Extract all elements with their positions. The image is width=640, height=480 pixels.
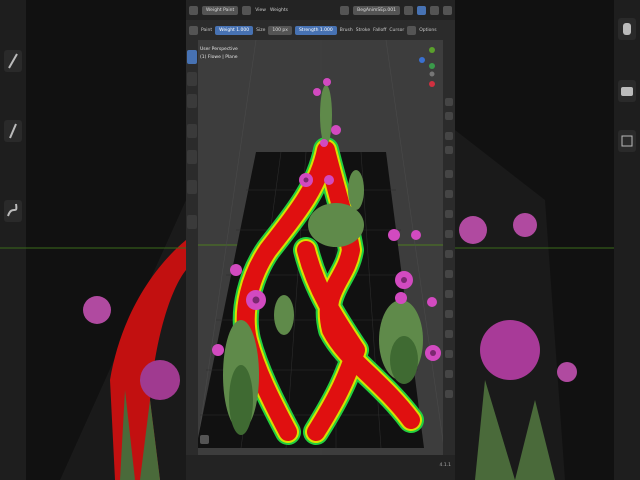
perspective-label: User Perspective: [200, 47, 238, 52]
top-header: Weight Paint View Weights BegAnimSEp.001: [186, 0, 455, 20]
background-right-scene: [455, 130, 640, 480]
render-icon[interactable]: [443, 5, 452, 15]
weight-field[interactable]: Weight 1.000: [215, 25, 254, 35]
gizmo-x-axis[interactable]: [429, 81, 435, 87]
options-menu[interactable]: Options: [419, 28, 436, 33]
pan-hand-icon[interactable]: [445, 112, 453, 120]
viewport-scene: [196, 40, 445, 455]
brush-icon[interactable]: [189, 25, 198, 35]
symmetry-icon[interactable]: [407, 25, 417, 35]
gizmo-center[interactable]: [429, 71, 435, 77]
background-hand-icon: [618, 18, 636, 40]
properties-tab-tool[interactable]: [445, 170, 453, 178]
gizmo-z-axis[interactable]: [419, 57, 425, 63]
smear-tool[interactable]: [187, 124, 197, 138]
tool-header: Paint Weight 1.000 Size 100 px Strength …: [186, 20, 455, 40]
version-label: 4.1.1: [439, 463, 451, 468]
left-toolbar: [186, 40, 198, 455]
gizmo-y-negative[interactable]: [429, 63, 435, 69]
file-name-field[interactable]: BegAnimSEp.001: [353, 5, 400, 15]
size-label: Size: [256, 27, 266, 33]
3d-viewport[interactable]: User Perspective (1) Flowe | Plane: [196, 40, 445, 455]
background-left-scene: [0, 200, 186, 480]
right-toolbar: [443, 40, 455, 455]
sample-weight-tool[interactable]: [187, 180, 197, 194]
object-type-icon[interactable]: [340, 5, 350, 15]
weight-label: Weight: [219, 27, 235, 33]
zoom-icon[interactable]: [445, 98, 453, 106]
status-bar: 4.1.1: [186, 435, 455, 480]
properties-tab-constraints[interactable]: [445, 290, 453, 298]
background-camera-icon: [618, 80, 636, 102]
xray-icon[interactable]: [430, 5, 439, 15]
gradient-tool[interactable]: [187, 150, 197, 164]
menu-view[interactable]: View: [255, 8, 266, 13]
properties-tab-particles[interactable]: [445, 250, 453, 258]
timeline-toggle-icon[interactable]: [200, 435, 209, 444]
properties-tab-world[interactable]: [445, 370, 453, 378]
properties-tab-view[interactable]: [445, 190, 453, 198]
menu-brush[interactable]: Brush: [340, 28, 353, 33]
overlay-icon[interactable]: [404, 5, 413, 15]
properties-tab-data[interactable]: [445, 310, 453, 318]
size-field[interactable]: 100 px: [268, 25, 292, 35]
menu-cursor[interactable]: Cursor: [389, 28, 404, 33]
editor-type-icon[interactable]: [189, 5, 198, 15]
grid-view-icon[interactable]: [445, 146, 453, 154]
background-right: [455, 0, 640, 480]
strength-value: 1.000: [319, 27, 333, 33]
properties-tab-modifiers[interactable]: [445, 230, 453, 238]
brush-selector[interactable]: Paint: [201, 28, 212, 33]
annotate-tool[interactable]: [187, 215, 197, 229]
properties-tab-texture[interactable]: [445, 350, 453, 358]
camera-icon[interactable]: [445, 132, 453, 140]
menu-weights[interactable]: Weights: [270, 8, 288, 13]
navigation-gizmo[interactable]: [418, 44, 438, 98]
average-tool[interactable]: [187, 94, 197, 108]
background-grid-icon: [618, 130, 636, 152]
view-toggle-icon[interactable]: [242, 5, 252, 15]
properties-tab-render[interactable]: [445, 390, 453, 398]
properties-tab-object[interactable]: [445, 210, 453, 218]
blender-window: Weight Paint View Weights BegAnimSEp.001…: [186, 0, 455, 480]
draw-tool[interactable]: [187, 50, 197, 64]
shading-icon[interactable]: [417, 5, 426, 15]
weight-value: 1.000: [236, 27, 250, 33]
properties-tab-material[interactable]: [445, 330, 453, 338]
mode-selector[interactable]: Weight Paint: [202, 5, 239, 15]
object-label: (1) Flowe | Plane: [200, 55, 238, 60]
blur-tool[interactable]: [187, 72, 197, 86]
background-right-strip: [614, 0, 640, 480]
background-left: [0, 0, 186, 480]
strength-field[interactable]: Strength 1.000: [294, 25, 337, 35]
gizmo-y-axis[interactable]: [429, 47, 435, 53]
menu-stroke[interactable]: Stroke: [356, 28, 370, 33]
strength-label: Strength: [298, 27, 319, 33]
menu-falloff[interactable]: Falloff: [373, 28, 386, 33]
properties-tab-physics[interactable]: [445, 270, 453, 278]
